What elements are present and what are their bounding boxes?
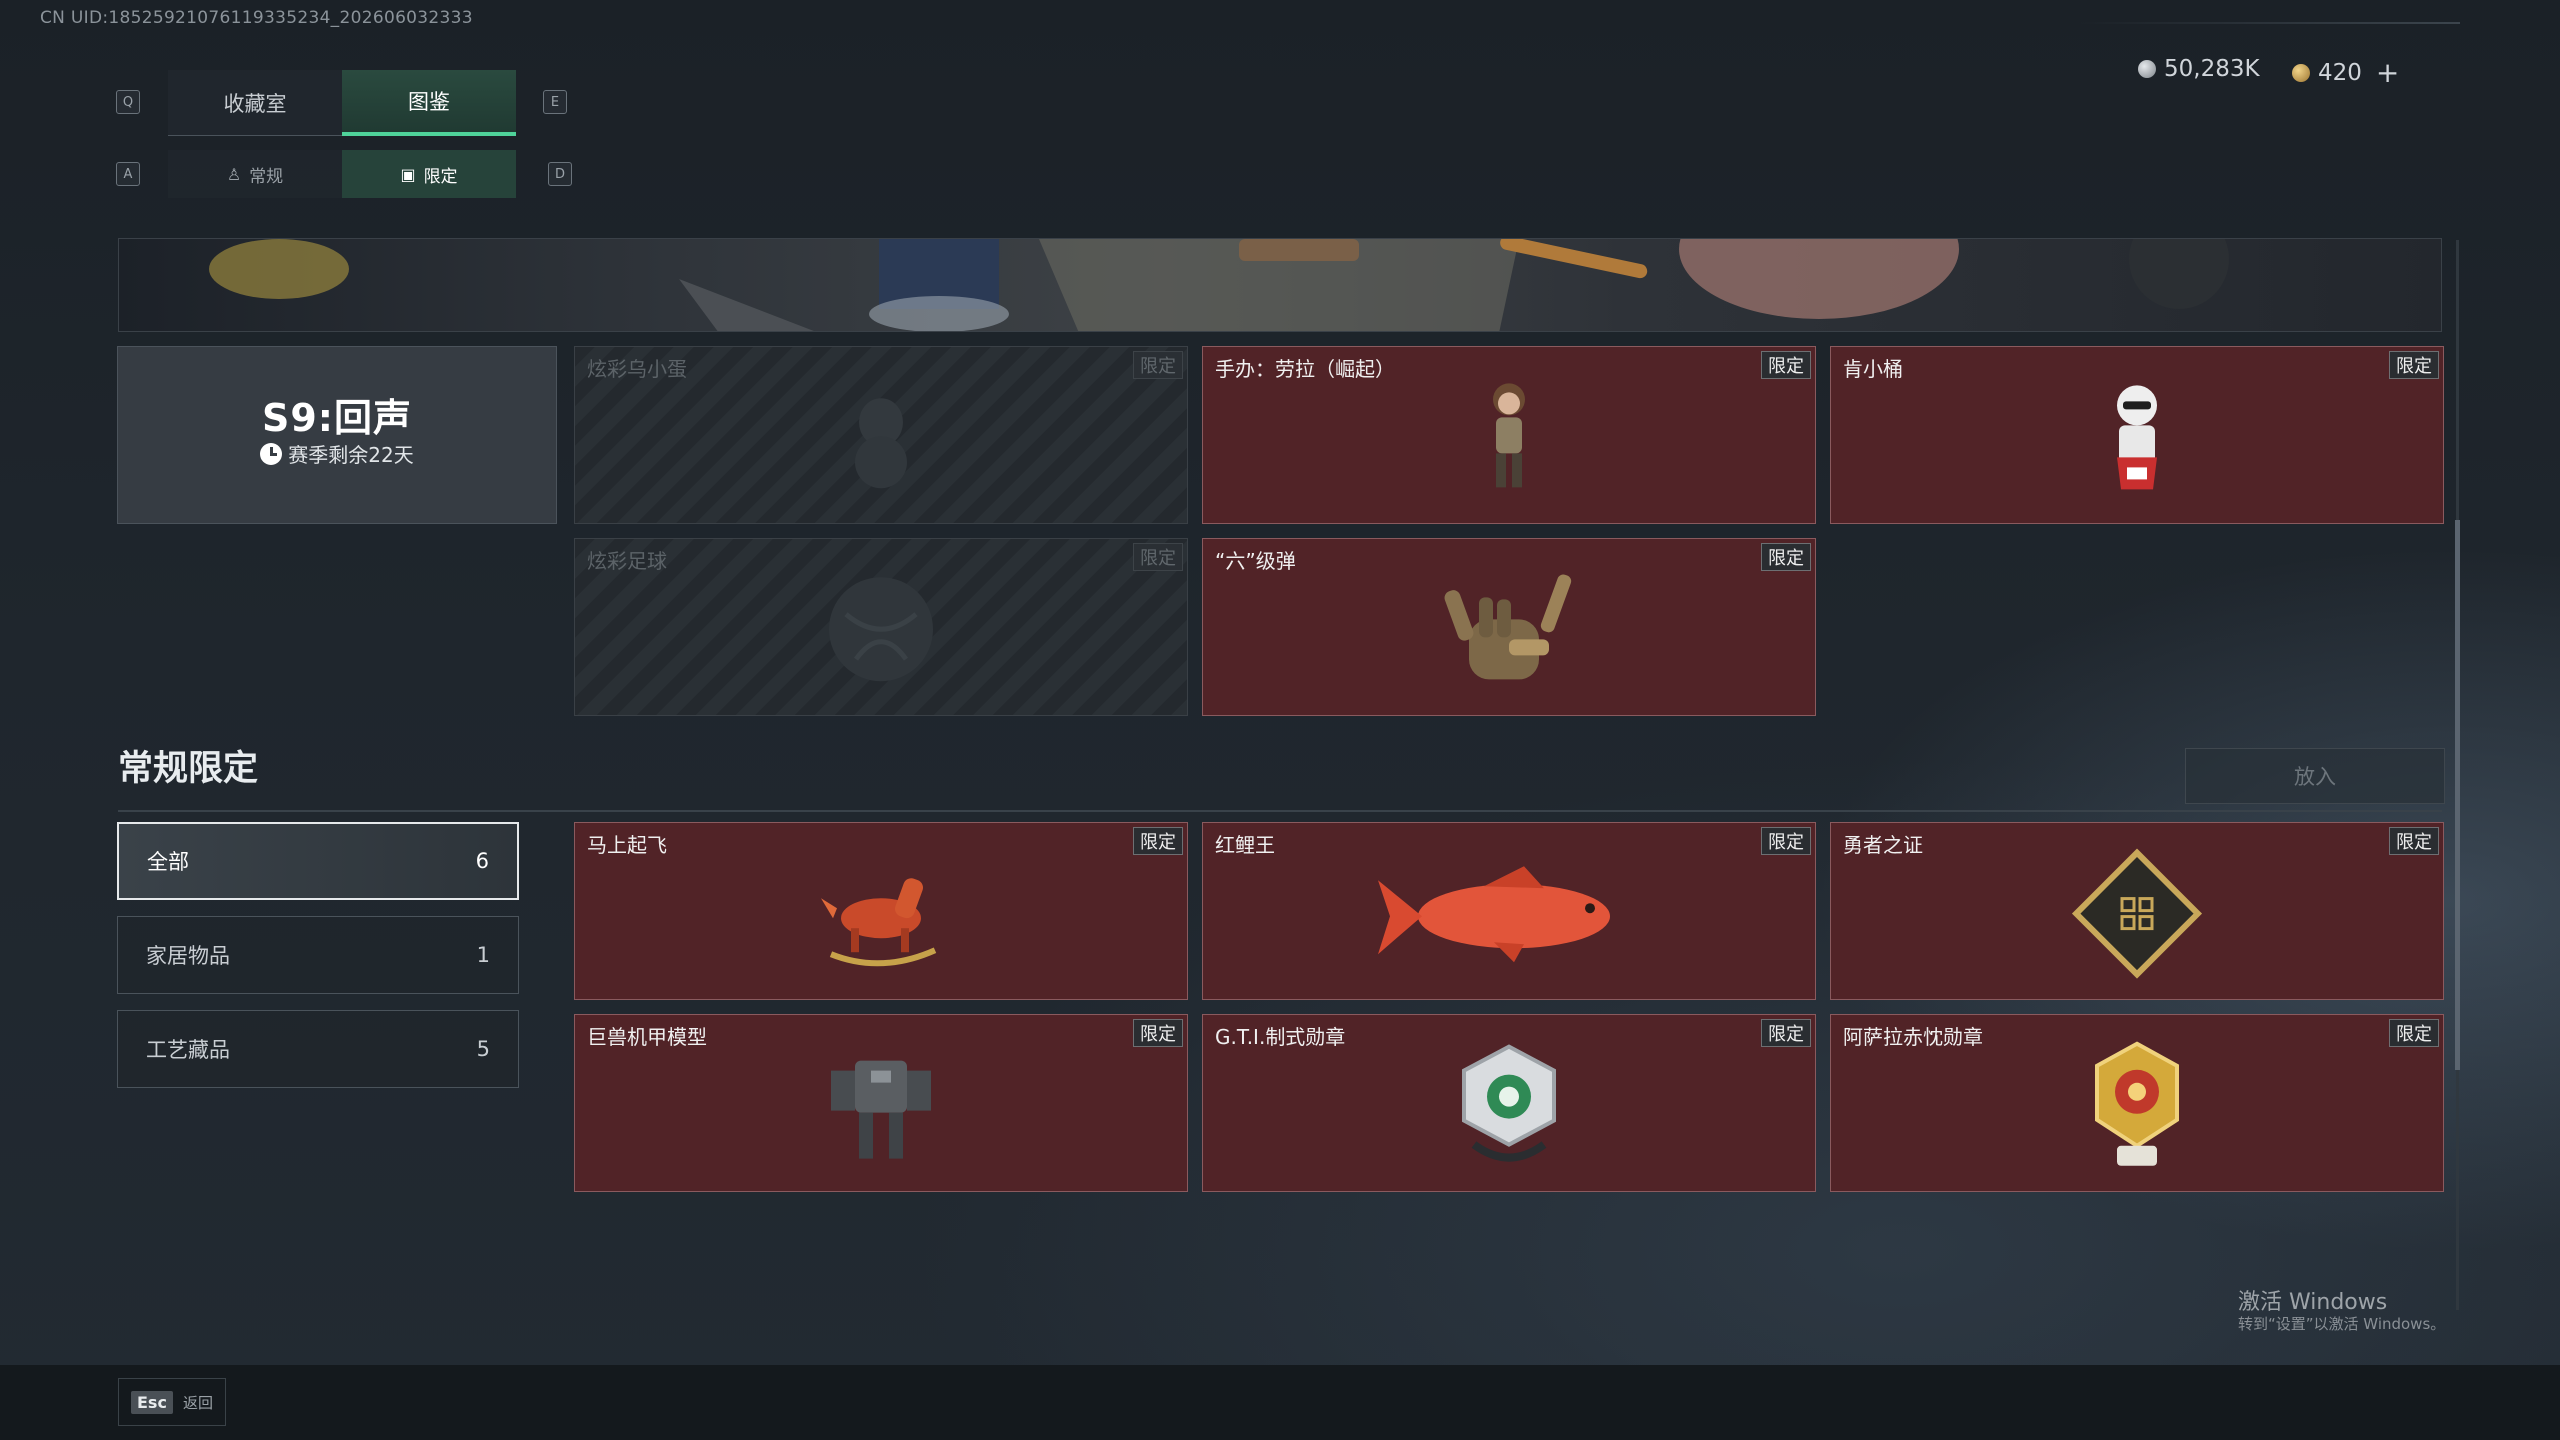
tab-collection-room[interactable]: 收藏室 — [168, 70, 342, 136]
silver-amount: 50,283K — [2164, 56, 2260, 82]
item-card[interactable]: 红鲤王 限定 — [1202, 822, 1816, 1000]
q-key-hint: Q — [116, 90, 140, 114]
subtab-regular[interactable]: ♙ 常规 — [168, 150, 342, 198]
silver-currency: 50,283K — [2138, 56, 2260, 82]
hand-bullets-icon — [1444, 574, 1572, 680]
silver-coin-icon — [2138, 60, 2156, 78]
item-card[interactable]: G.T.I.制式勋章 限定 — [1202, 1014, 1816, 1192]
subtab-label: 常规 — [249, 166, 284, 187]
item-card[interactable]: 炫彩乌小蛋 限定 — [574, 346, 1188, 524]
mech-model-icon — [831, 1060, 931, 1159]
limited-badge: 限定 — [1133, 827, 1183, 855]
uid-text: CN UID:18525921076119335234_202606032333 — [40, 8, 473, 28]
limited-badge: 限定 — [1761, 543, 1811, 571]
main-tab-bar: 收藏室 图鉴 — [168, 70, 516, 136]
subtab-limited[interactable]: ▣ 限定 — [342, 150, 516, 198]
season-title: S9:回声 — [261, 396, 412, 440]
limited-badge: 限定 — [2389, 1019, 2439, 1047]
season-remaining: 赛季剩余22天 — [118, 439, 556, 468]
banner-art — [209, 239, 2229, 331]
e-key-hint: E — [543, 90, 567, 114]
limited-badge: 限定 — [1761, 827, 1811, 855]
filter-label: 全部 — [147, 850, 189, 874]
gold-coin-icon — [2292, 63, 2310, 82]
item-name: 阿萨拉赤忱勋章 — [1843, 1025, 1983, 1049]
item-card[interactable]: 勇者之证 限定 — [1830, 822, 2444, 1000]
item-name: 炫彩足球 — [587, 549, 667, 573]
clock-icon — [260, 442, 283, 465]
figure-icon: ♙ — [226, 164, 242, 184]
filter-craft-items[interactable]: 工艺藏品 5 — [117, 1010, 519, 1088]
item-name: 炫彩乌小蛋 — [587, 357, 687, 381]
filter-count: 6 — [475, 849, 489, 873]
limited-badge: 限定 — [1133, 351, 1183, 379]
item-card[interactable]: 阿萨拉赤忱勋章 限定 — [1830, 1014, 2444, 1192]
section-title: 常规限定 — [118, 749, 259, 789]
limited-badge: 限定 — [2389, 351, 2439, 379]
gold-amount: 420 — [2318, 59, 2362, 86]
filter-home-items[interactable]: 家居物品 1 — [117, 916, 519, 994]
filter-count: 1 — [476, 943, 490, 967]
activate-windows-hint: 转到“设置”以激活 Windows。 — [2238, 1315, 2446, 1333]
season-card: S9:回声 赛季剩余22天 — [117, 346, 557, 524]
carp-icon — [1378, 866, 1610, 963]
section-divider — [118, 810, 2442, 812]
limited-badge: 限定 — [1133, 543, 1183, 571]
rocking-horse-icon — [821, 878, 937, 967]
tab-label: 收藏室 — [223, 92, 287, 116]
image-icon: ▣ — [400, 164, 416, 184]
item-name: 巨兽机甲模型 — [587, 1025, 707, 1049]
gti-medal-icon — [1462, 1044, 1556, 1162]
colonel-figure-icon — [2117, 385, 2157, 490]
lara-figure-icon — [1493, 383, 1525, 488]
back-label: 返回 — [182, 1393, 213, 1412]
item-name: 马上起飞 — [587, 833, 667, 857]
item-name: G.T.I.制式勋章 — [1215, 1025, 1346, 1049]
item-card[interactable]: 手办：劳拉（崛起） 限定 — [1202, 346, 1816, 524]
item-name: 红鲤王 — [1215, 833, 1275, 857]
filter-all[interactable]: 全部 6 — [117, 822, 519, 900]
football-icon — [829, 577, 933, 682]
esc-key-hint: Esc — [131, 1390, 173, 1414]
filter-label: 家居物品 — [146, 944, 230, 968]
brave-emblem-icon — [2072, 848, 2202, 979]
limited-badge: 限定 — [1133, 1019, 1183, 1047]
item-card[interactable]: 巨兽机甲模型 限定 — [574, 1014, 1188, 1192]
tab-catalog[interactable]: 图鉴 — [342, 70, 516, 136]
filter-label: 工艺藏品 — [146, 1038, 230, 1062]
currency-divider — [2080, 22, 2460, 24]
bottom-bar — [0, 1365, 2560, 1440]
a-key-hint: A — [116, 162, 140, 186]
item-card[interactable]: 炫彩足球 限定 — [574, 538, 1188, 716]
item-card[interactable]: 肯小桶 限定 — [1830, 346, 2444, 524]
egg-figure-icon — [855, 398, 907, 489]
back-button[interactable]: Esc 返回 — [118, 1378, 226, 1426]
limited-badge: 限定 — [2389, 827, 2439, 855]
place-button[interactable]: 放入 — [2185, 748, 2445, 804]
subtab-label: 限定 — [423, 166, 458, 187]
item-name: 手办：劳拉（崛起） — [1215, 357, 1395, 381]
asara-medal-icon — [2095, 1041, 2179, 1166]
limited-badge: 限定 — [1761, 1019, 1811, 1047]
item-card[interactable]: “六”级弹 限定 — [1202, 538, 1816, 716]
sub-tab-bar: ♙ 常规 ▣ 限定 — [168, 150, 516, 198]
scrollbar-thumb[interactable] — [2455, 520, 2460, 1070]
season-remaining-label: 赛季剩余22天 — [288, 443, 414, 467]
add-currency-button[interactable]: + — [2376, 56, 2399, 89]
gold-currency: 420 + — [2292, 56, 2399, 89]
item-name: “六”级弹 — [1215, 549, 1296, 573]
limited-badge: 限定 — [1761, 351, 1811, 379]
activate-windows-title: 激活 Windows — [2238, 1290, 2388, 1315]
season-banner — [118, 238, 2442, 332]
item-name: 勇者之证 — [1843, 833, 1923, 857]
d-key-hint: D — [548, 162, 572, 186]
item-name: 肯小桶 — [1843, 357, 1903, 381]
item-card[interactable]: 马上起飞 限定 — [574, 822, 1188, 1000]
filter-count: 5 — [476, 1037, 490, 1061]
tab-label: 图鉴 — [408, 90, 450, 114]
